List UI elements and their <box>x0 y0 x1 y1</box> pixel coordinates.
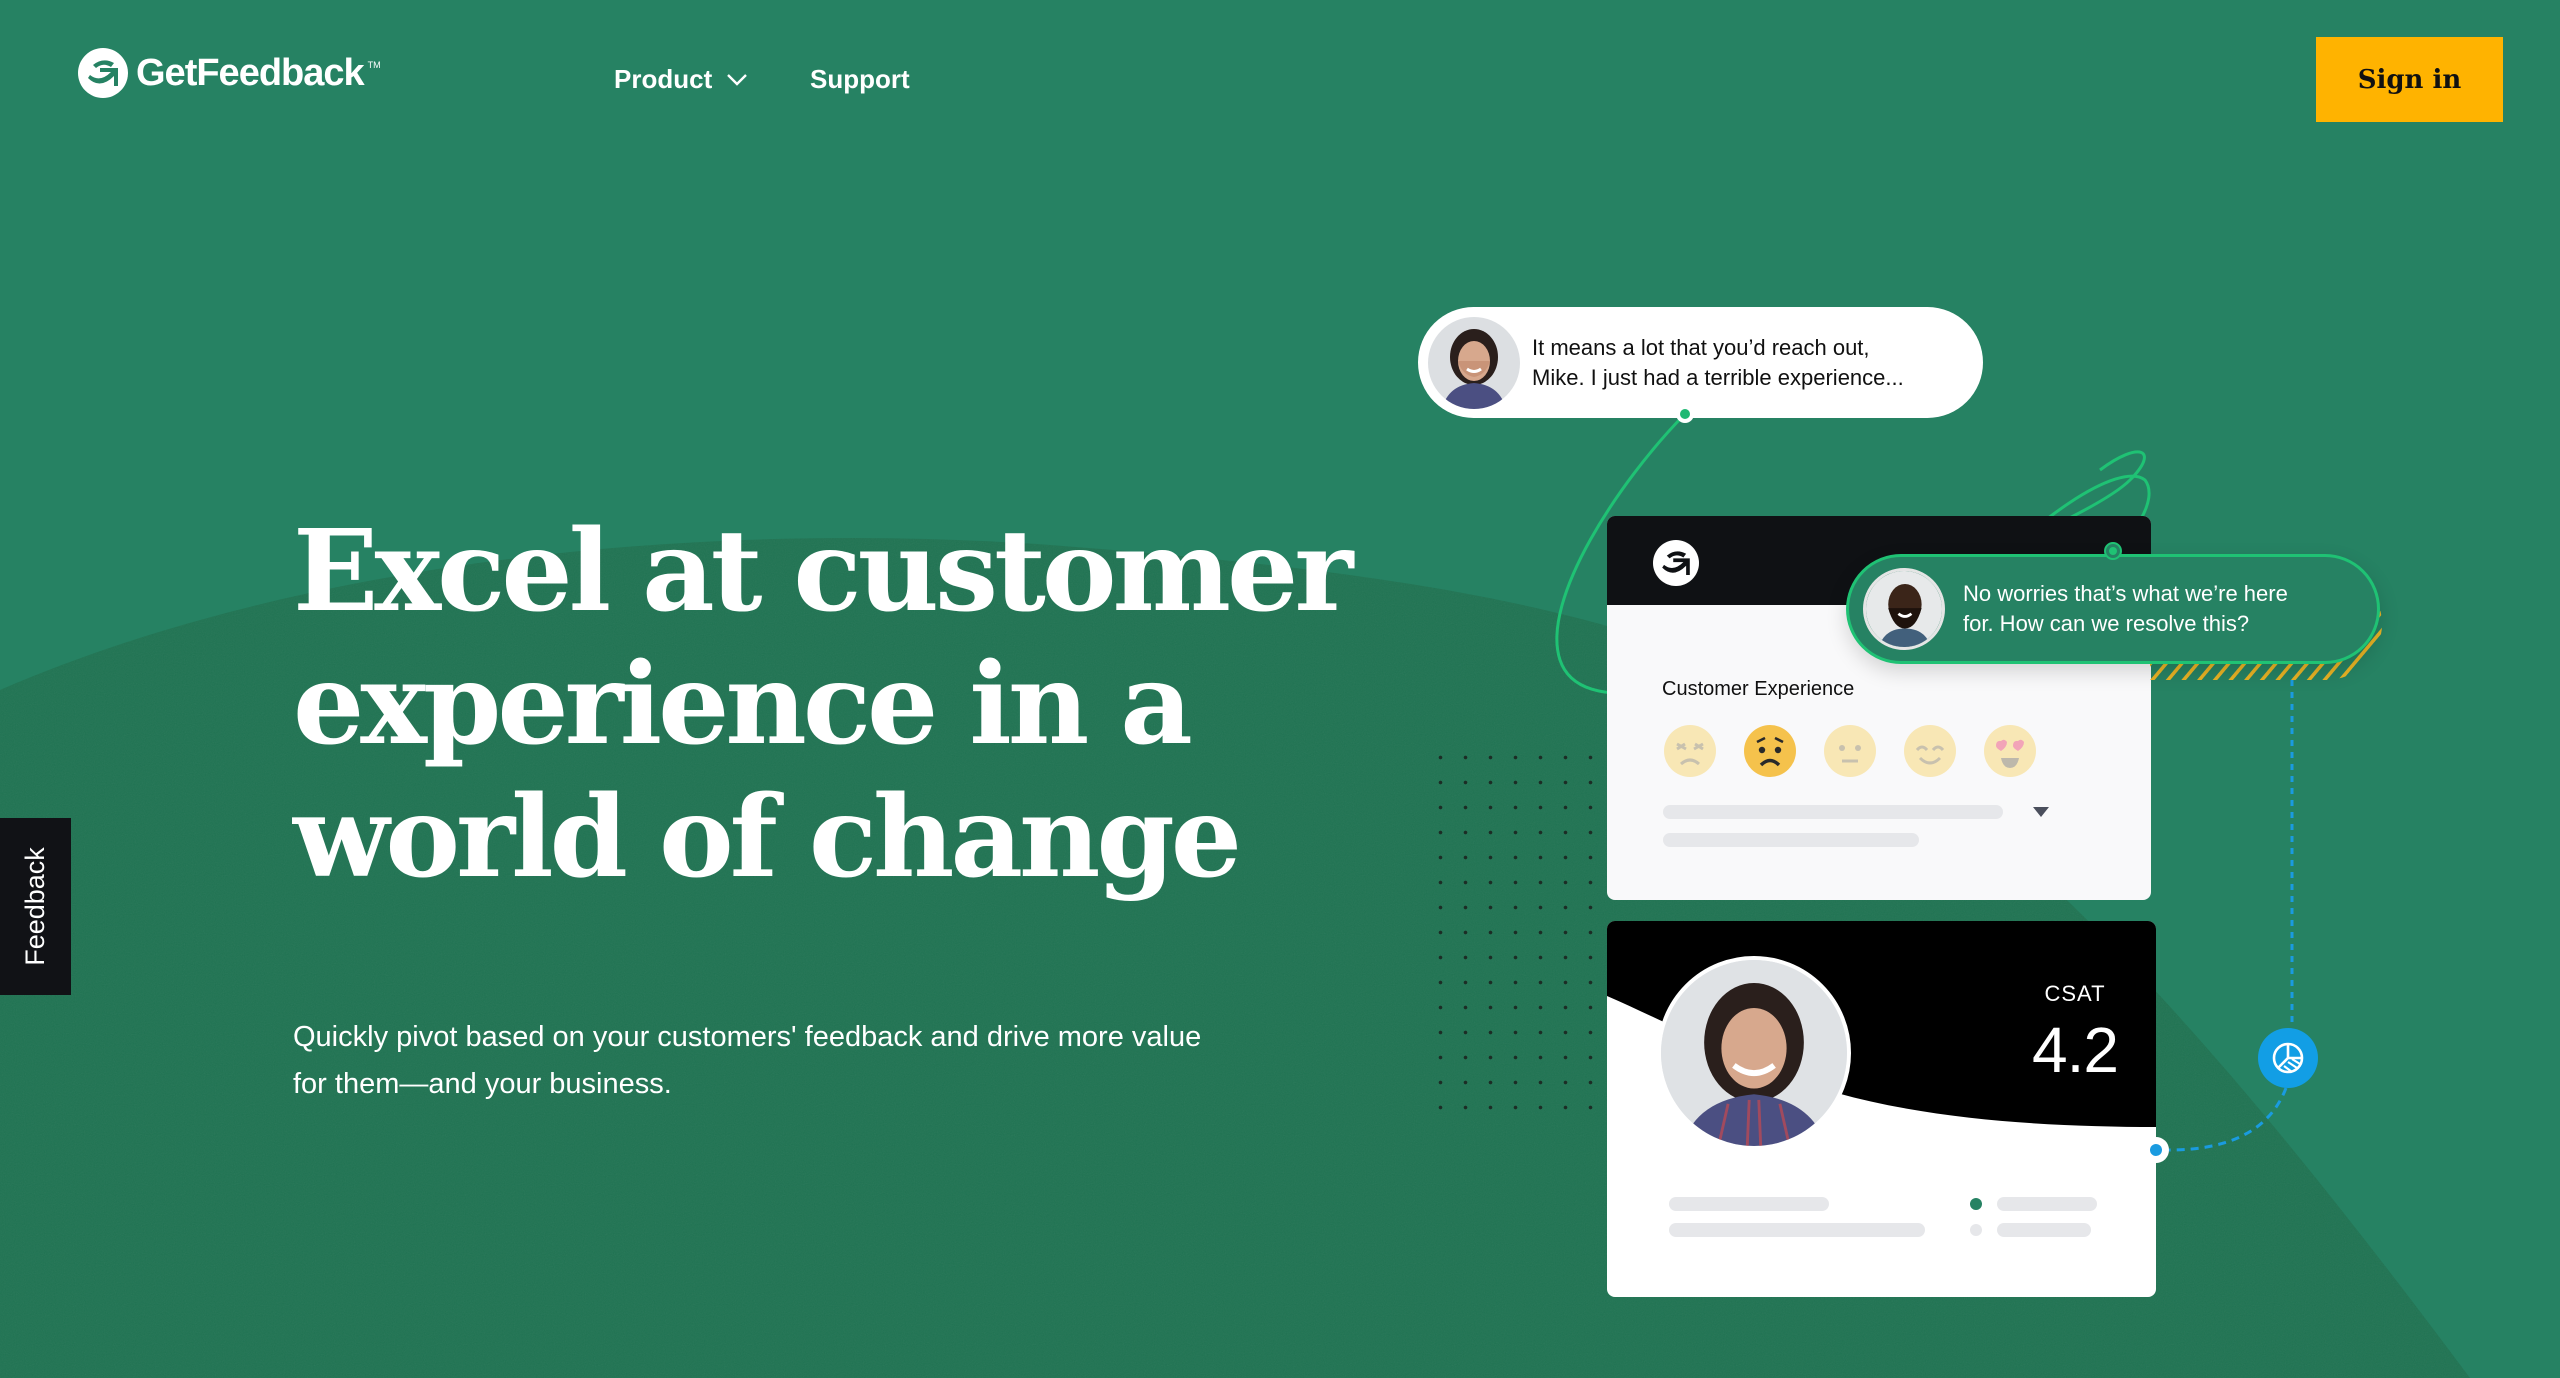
getfeedback-logo-icon <box>78 48 128 98</box>
neutral-face-icon[interactable] <box>1823 724 1877 778</box>
analytics-badge[interactable] <box>2258 1028 2318 1088</box>
skeleton-line <box>1997 1197 2097 1211</box>
headline-line: Excel at customer <box>293 506 1353 637</box>
customer-profile-photo <box>1657 956 1851 1150</box>
skeleton-line <box>1997 1223 2091 1237</box>
nav-product-label: Product <box>614 64 713 94</box>
sign-in-button[interactable]: Sign in <box>2316 37 2503 122</box>
legend-dot-gray <box>1970 1224 1982 1236</box>
hero-subtext: Quickly pivot based on your customers' f… <box>293 1014 1273 1108</box>
customer-avatar <box>1428 316 1520 409</box>
nav-support-label: Support <box>810 64 910 94</box>
agent-chat-bubble: No worries that’s what we’re here for. H… <box>1846 554 2380 664</box>
trademark: TM <box>367 60 381 70</box>
top-nav: GetFeedback TM Product Support Sign in <box>0 0 2560 160</box>
message-line: Mike. I just had a terrible experience..… <box>1532 364 1904 390</box>
subtext-line: Quickly pivot based on your customers' f… <box>293 1021 1202 1053</box>
message-line: No worries that’s what we’re here <box>1963 581 2288 606</box>
smiling-face-icon[interactable] <box>1903 724 1957 778</box>
rating-options <box>1663 724 2037 778</box>
csat-card: CSAT 4.2 <box>1607 921 2156 1297</box>
message-line: for. How can we resolve this? <box>1963 611 2250 636</box>
getfeedback-logo-icon <box>1653 540 1699 586</box>
skeleton-line <box>1669 1197 1829 1211</box>
customer-chat-bubble: It means a lot that you’d reach out, Mik… <box>1418 307 1983 418</box>
pie-chart-icon <box>2272 1042 2304 1074</box>
skeleton-line <box>1663 833 1919 847</box>
connector-node <box>2143 1137 2169 1163</box>
chevron-down-icon <box>727 73 748 86</box>
message-line: It means a lot that you’d reach out, <box>1532 334 1870 360</box>
brand-logo[interactable]: GetFeedback TM <box>78 48 381 98</box>
nav-support[interactable]: Support <box>810 64 910 95</box>
headline-line: world of change <box>293 772 1242 903</box>
headline-line: experience in a <box>293 639 1193 770</box>
csat-score: 4.2 <box>2032 1014 2119 1086</box>
survey-question-label: Customer Experience <box>1662 678 1855 700</box>
worried-face-icon[interactable] <box>1743 724 1797 778</box>
nav-product[interactable]: Product <box>614 64 748 95</box>
connector-node <box>2104 542 2122 560</box>
heart-eyes-face-icon[interactable] <box>1983 724 2037 778</box>
dot-grid-decoration <box>1428 745 1598 1110</box>
feedback-tab-label: Feedback <box>20 847 51 966</box>
brand-name: GetFeedback <box>136 51 365 94</box>
connector-node <box>1676 405 1694 423</box>
customer-message: It means a lot that you’d reach out, Mik… <box>1532 333 1904 393</box>
hero-headline: Excel at customer experience in a world … <box>293 505 1353 904</box>
agent-avatar <box>1863 568 1945 650</box>
skeleton-line <box>1669 1223 1925 1237</box>
dropdown-caret-icon[interactable] <box>2033 807 2049 817</box>
feedback-tab[interactable]: Feedback <box>0 818 71 995</box>
hero: Excel at customer experience in a world … <box>293 505 1353 904</box>
angry-face-icon[interactable] <box>1663 724 1717 778</box>
subtext-line: for them—and your business. <box>293 1068 672 1100</box>
agent-message: No worries that’s what we’re here for. H… <box>1963 579 2288 639</box>
skeleton-line <box>1663 805 2003 819</box>
legend-dot-green <box>1970 1198 1982 1210</box>
csat-label: CSAT <box>2044 981 2106 1006</box>
